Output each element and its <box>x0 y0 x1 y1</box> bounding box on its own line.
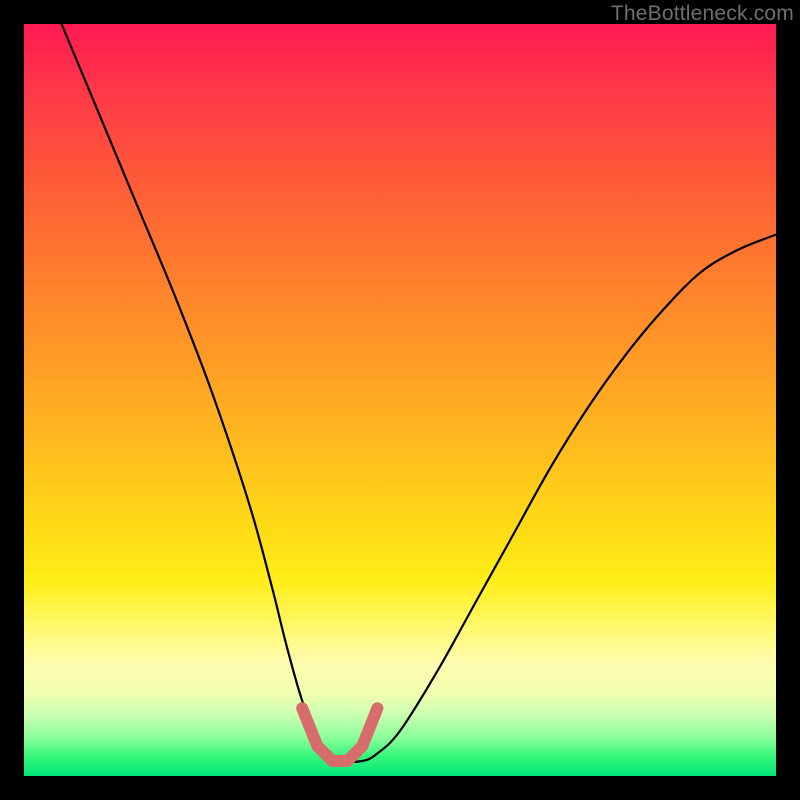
bottleneck-curve <box>62 24 776 762</box>
optimal-flat-marker <box>302 708 377 761</box>
chart-frame: TheBottleneck.com <box>0 0 800 800</box>
watermark-text: TheBottleneck.com <box>611 2 794 26</box>
curve-layer <box>24 24 776 776</box>
